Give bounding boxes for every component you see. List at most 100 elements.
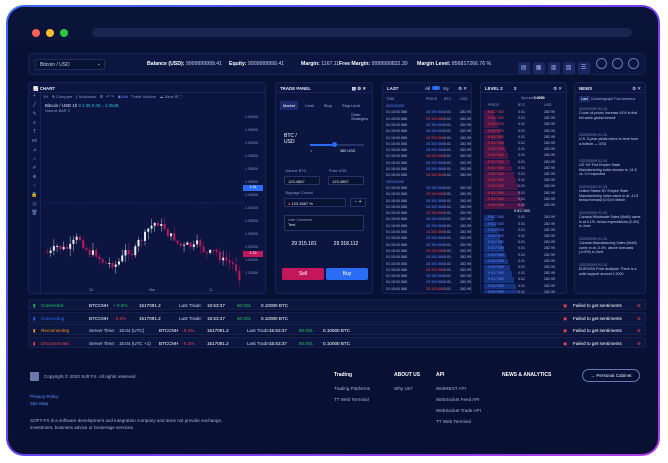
trade-row[interactable]: 01:15:00.588 28 300.5660.01 282.99 (386, 167, 471, 173)
trade-row[interactable]: 01:15:00.588 28 300.5660.01 282.99 (386, 186, 471, 192)
news-item[interactable]: 2022/03/09 01:15 U.S. 5-year yields retur… (579, 133, 641, 146)
trade-row[interactable]: 01:15:00.588 28 300.5660.01 282.99 (386, 255, 471, 261)
news-tab-last[interactable]: Last (579, 96, 590, 102)
eye-icon[interactable]: ◎ (29, 201, 40, 210)
trade-row[interactable]: 01:15:00.588 28 300.5660.01 282.99 (386, 129, 471, 135)
text-icon[interactable]: T (29, 129, 40, 138)
webrest-api-link[interactable]: WebREST API (436, 386, 466, 391)
price-usd-field[interactable]: 123.4567 (328, 176, 364, 185)
trash-icon[interactable]: 🗑 (29, 210, 40, 219)
filter-toggle[interactable] (432, 86, 440, 90)
sitemap-link[interactable]: Site Map (30, 401, 48, 406)
pen-icon[interactable]: ✎ (29, 111, 40, 120)
panel-controls-icon[interactable]: ▤ ⚙ ✕ (352, 86, 366, 92)
crosshair-icon[interactable]: + (29, 93, 40, 102)
websocket-feed-api-link[interactable]: WebSocket Feed API (436, 397, 480, 402)
tab-stop-limit[interactable]: Stop Limit (339, 101, 363, 110)
volume-btc-field[interactable]: 123.4567 (284, 176, 320, 185)
lines-icon[interactable]: ≡ (29, 120, 40, 129)
trade-row[interactable]: 01:15:00.588 28 300.5660.01 282.99 (386, 117, 471, 123)
news-item[interactable]: 2022/03/09 01:15 Canada Manufacturing Sal… (579, 237, 641, 255)
close-icon[interactable]: ⊗ (637, 303, 641, 309)
trade-row[interactable]: 01:15:00.588 28 300.5660.01 282.99 (386, 136, 471, 142)
book-icon[interactable]: ▥ (547, 62, 560, 74)
slippage-stepper[interactable]: − + (350, 198, 366, 207)
filter-all[interactable]: All (425, 86, 430, 91)
symbol-selector[interactable]: Bitcoin / USD ⌄ (35, 59, 105, 70)
interval-button[interactable]: 1H (43, 94, 48, 99)
trade-row[interactable]: 01:15:00.588 28 300.5660.01 282.99 (386, 243, 471, 249)
trade-row[interactable]: 01:15:00.588 28 300.5660.01 282.99 (386, 287, 471, 293)
help-icon[interactable] (612, 58, 623, 69)
trade-row[interactable]: 01:15:00.588 28 300.5660.01 282.99 (386, 217, 471, 223)
panel-controls-icon[interactable]: ⚙ ✕ (458, 86, 467, 92)
trade-row[interactable]: 01:15:00.588 28 300.5660.01 282.99 (386, 293, 468, 294)
tab-order-strategies[interactable]: Order Strategies (351, 113, 372, 121)
news-tab-fxst[interactable]: Fxst America (614, 97, 635, 101)
trading-platforms-link[interactable]: Trading Platforms (334, 386, 370, 391)
address-bar[interactable] (92, 28, 632, 37)
save-button[interactable]: Save (164, 94, 173, 99)
trendline-icon[interactable]: ╱ (29, 102, 40, 111)
why-us-link[interactable]: Why Us? (394, 386, 413, 391)
volume-slider[interactable] (310, 142, 364, 147)
trade-row[interactable]: 01:15:00.588 28 300.5660.01 282.99 (386, 274, 471, 280)
trade-row[interactable]: 01:15:00.588 28 300.5660.01 282.99 (386, 199, 471, 205)
trade-row[interactable]: 01:15:00.588 28 300.5660.01 282.99 (386, 173, 471, 179)
slippage-field[interactable]: ● 123.4567 % (284, 198, 346, 207)
tab-market[interactable]: Market (280, 101, 299, 110)
tab-limit[interactable]: Limit (302, 101, 316, 110)
trade-row[interactable]: 01:15:00.588 28 300.5660.01 282.99 (386, 230, 471, 236)
trade-row[interactable]: 01:15:00.588 28 300.5660.01 282.99 (386, 148, 471, 154)
trade-row[interactable]: 01:15:00.588 28 300.5660.01 282.99 (386, 205, 471, 211)
sell-button[interactable]: Sell (282, 268, 324, 280)
brush-icon[interactable]: ✐ (29, 165, 40, 174)
compare-button[interactable]: Compare (56, 94, 72, 99)
panel-controls-icon[interactable]: ⚙ ✕ (553, 86, 562, 92)
account-icon[interactable] (628, 58, 639, 69)
user-comment-field[interactable]: User Comment Text (284, 215, 364, 231)
trade-row[interactable]: 01:15:00.588 28 300.5660.01 282.99 (386, 262, 471, 268)
layout-icon[interactable]: ▤ (517, 62, 530, 74)
news-item[interactable]: 2022/03/09 01:15 US: NY Fed Empire State … (579, 159, 641, 177)
bid-row[interactable]: 9 617.500 0.01 282.99 (484, 289, 563, 293)
news-item[interactable]: 2022/03/09 01:15 Canada Wholesale Sales (… (579, 211, 641, 229)
close-icon[interactable]: ⊗ (637, 341, 641, 347)
minimize-dot-icon[interactable] (46, 29, 54, 37)
indicators-button[interactable]: Indicators (79, 94, 96, 99)
trade-row[interactable]: 01:15:00.588 28 300.5660.01 282.99 (386, 280, 471, 286)
trade-volume-button[interactable]: Trade Volume (131, 94, 156, 99)
trade-row[interactable]: 01:15:00.588 28 300.5660.01 282.99 (386, 110, 471, 116)
trade-row[interactable]: 01:15:00.588 28 300.5660.01 282.99 (386, 211, 471, 217)
personal-cabinet-button[interactable]: → Personal Cabinet (582, 369, 640, 382)
settings-icon[interactable] (596, 58, 607, 69)
list-icon[interactable]: ☰ (577, 62, 590, 74)
trade-row[interactable]: 01:15:00.588 28 300.5660.01 282.99 (386, 192, 471, 198)
trade-row[interactable]: 01:15:00.588 28 300.5660.01 282.99 (386, 123, 471, 129)
depth-selector[interactable]: 2 (514, 86, 516, 91)
tt-web-terminal-api-link[interactable]: TT Web Terminal (436, 419, 471, 424)
trade-row[interactable]: 01:15:00.588 28 300.5660.01 282.99 (386, 268, 471, 274)
candlestick-chart[interactable] (43, 115, 245, 291)
trade-row[interactable]: 01:15:00.588 28 300.5660.01 282.99 (386, 161, 471, 167)
close-icon[interactable]: ⊗ (637, 328, 641, 334)
websocket-trade-api-link[interactable]: WebSocket Trade API (436, 408, 481, 413)
news-item[interactable]: 2022/03/09 01:15 EUR/USD Price Analysis: … (579, 263, 641, 276)
news-item[interactable]: 2022/03/09 01:15 United States NY Empire … (579, 185, 641, 203)
grid-icon[interactable]: ▦ (532, 62, 545, 74)
news-item[interactable]: 2022/03/09 01:15 Crude oil prices increas… (579, 107, 641, 120)
trade-row[interactable]: 01:15:00.588 28 300.5660.01 282.99 (386, 142, 471, 148)
magnet-icon[interactable]: ∩ (29, 183, 40, 192)
maximize-dot-icon[interactable] (60, 29, 68, 37)
filter-my[interactable]: My (443, 86, 449, 91)
tt-web-terminal-link[interactable]: TT Web Terminal (334, 397, 369, 402)
panel-controls-icon[interactable]: ⚙ ✕ (632, 86, 641, 92)
zoom-icon[interactable]: ⊕ (29, 174, 40, 183)
close-dot-icon[interactable] (32, 29, 40, 37)
trade-row[interactable]: 01:15:00.588 28 300.5660.01 282.99 (386, 224, 471, 230)
news-tab-cointelegraph[interactable]: Cointelegraph (591, 97, 613, 101)
privacy-policy-link[interactable]: Privacy Policy (30, 394, 59, 399)
close-icon[interactable]: ⊗ (637, 316, 641, 322)
buy-button[interactable]: Buy (326, 268, 368, 280)
trade-row[interactable]: 01:15:00.588 28 300.5660.01 282.99 (386, 236, 471, 242)
